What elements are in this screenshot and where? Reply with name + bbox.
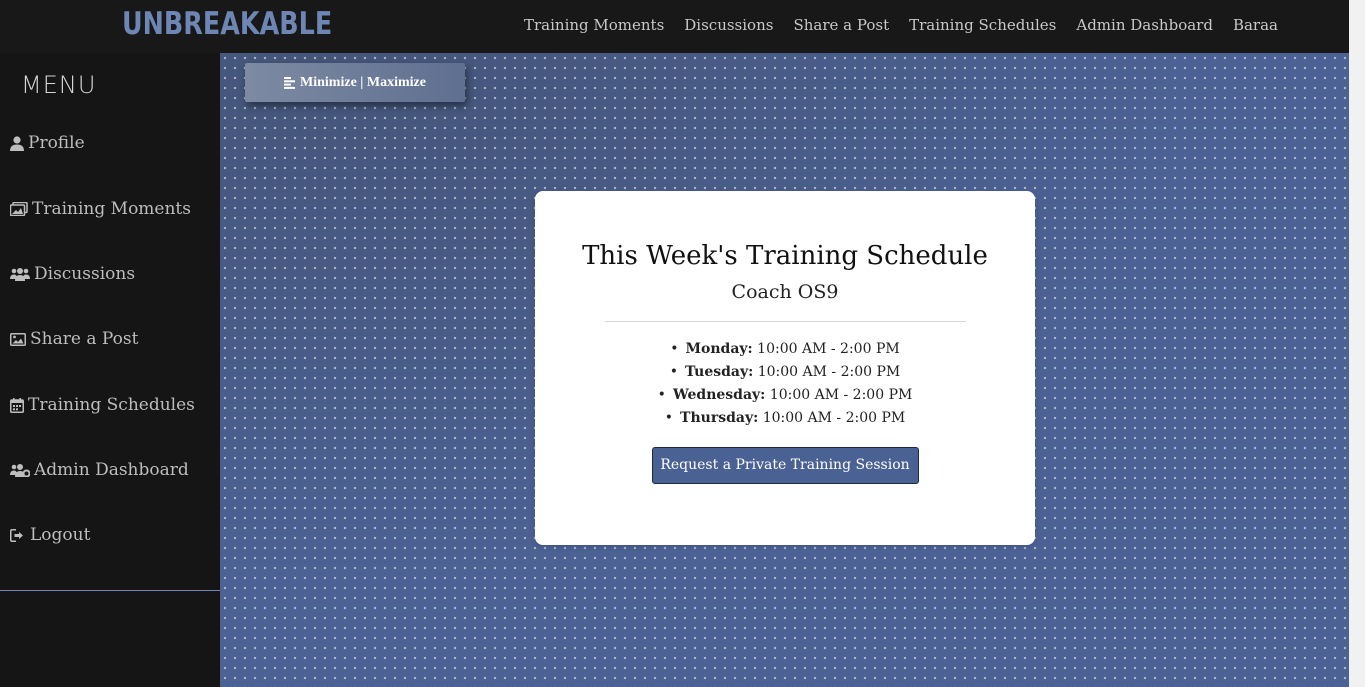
sidebar-item-share-a-post[interactable]: Share a Post	[10, 329, 138, 349]
training-schedule-card: This Week's Training Schedule Coach OS9 …	[535, 191, 1035, 545]
user-icon	[10, 135, 24, 151]
schedule-day: Thursday:	[680, 410, 759, 426]
sidebar-item-label: Profile	[28, 133, 85, 153]
sidebar-item-training-moments[interactable]: Training Moments	[10, 199, 191, 219]
minimize-maximize-button[interactable]: Minimize | Maximize	[245, 63, 465, 102]
schedule-day: Monday:	[685, 341, 753, 357]
sidebar-item-label: Discussions	[34, 264, 136, 284]
schedule-item-tuesday: Tuesday: 10:00 AM - 2:00 PM	[535, 361, 1035, 384]
topnav-admin-dashboard[interactable]: Admin Dashboard	[1076, 16, 1213, 34]
align-left-icon	[284, 76, 296, 89]
sidebar-item-label: Admin Dashboard	[34, 460, 189, 480]
sidebar-item-training-schedules[interactable]: Training Schedules	[10, 395, 195, 415]
sidebar-item-label: Share a Post	[30, 329, 139, 349]
coach-name: Coach OS9	[731, 281, 839, 303]
sidebar-divider	[0, 590, 220, 591]
vertical-scrollbar[interactable]	[1349, 0, 1365, 687]
schedule-day: Tuesday:	[685, 364, 754, 380]
sidebar: MENU Profile Training Moments Discussion…	[0, 53, 220, 687]
schedule-item-monday: Monday: 10:00 AM - 2:00 PM	[535, 338, 1035, 361]
request-private-session-button[interactable]: Request a Private Training Session	[651, 447, 919, 484]
schedule-item-wednesday: Wednesday: 10:00 AM - 2:00 PM	[535, 384, 1035, 407]
sidebar-item-label: Logout	[30, 525, 91, 545]
sidebar-menu-title: MENU	[21, 71, 97, 99]
top-navbar: UNBREAKABLE Training Moments Discussions…	[0, 0, 1349, 53]
sidebar-item-label: Training Schedules	[28, 395, 195, 415]
sidebar-item-discussions[interactable]: Discussions	[10, 264, 135, 284]
schedule-time: 10:00 AM - 2:00 PM	[758, 410, 906, 426]
schedule-day: Wednesday:	[672, 387, 766, 403]
schedule-time: 10:00 AM - 2:00 PM	[753, 364, 901, 380]
brand-logo-text: UNBREAKABLE	[122, 6, 333, 42]
image-icon	[10, 332, 26, 346]
schedule-time: 10:00 AM - 2:00 PM	[765, 387, 913, 403]
topnav-share-a-post[interactable]: Share a Post	[793, 16, 889, 34]
users-icon	[10, 268, 30, 281]
topnav-training-moments[interactable]: Training Moments	[524, 16, 664, 34]
topnav-training-schedules[interactable]: Training Schedules	[909, 16, 1056, 34]
sidebar-item-profile[interactable]: Profile	[10, 133, 85, 153]
sidebar-item-label: Training Moments	[32, 199, 191, 219]
topnav-user-baraa[interactable]: Baraa	[1233, 16, 1278, 34]
schedule-title: This Week's Training Schedule	[582, 241, 988, 271]
minimize-maximize-label: Minimize | Maximize	[300, 74, 426, 90]
images-icon	[10, 202, 28, 216]
top-nav-menu: Training Moments Discussions Share a Pos…	[524, 16, 1298, 34]
sign-out-icon	[10, 528, 23, 542]
sidebar-item-admin-dashboard[interactable]: Admin Dashboard	[10, 460, 189, 480]
sidebar-item-logout[interactable]: Logout	[10, 525, 90, 545]
card-divider	[604, 321, 966, 322]
schedule-time: 10:00 AM - 2:00 PM	[752, 341, 900, 357]
users-cog-icon	[10, 464, 30, 477]
schedule-list: Monday: 10:00 AM - 2:00 PM Tuesday: 10:0…	[535, 338, 1035, 430]
calendar-icon	[10, 397, 24, 413]
main-content: Minimize | Maximize This Week's Training…	[220, 53, 1349, 687]
topnav-discussions[interactable]: Discussions	[684, 16, 773, 34]
schedule-item-thursday: Thursday: 10:00 AM - 2:00 PM	[535, 407, 1035, 430]
brand-logo[interactable]: UNBREAKABLE	[122, 6, 332, 42]
